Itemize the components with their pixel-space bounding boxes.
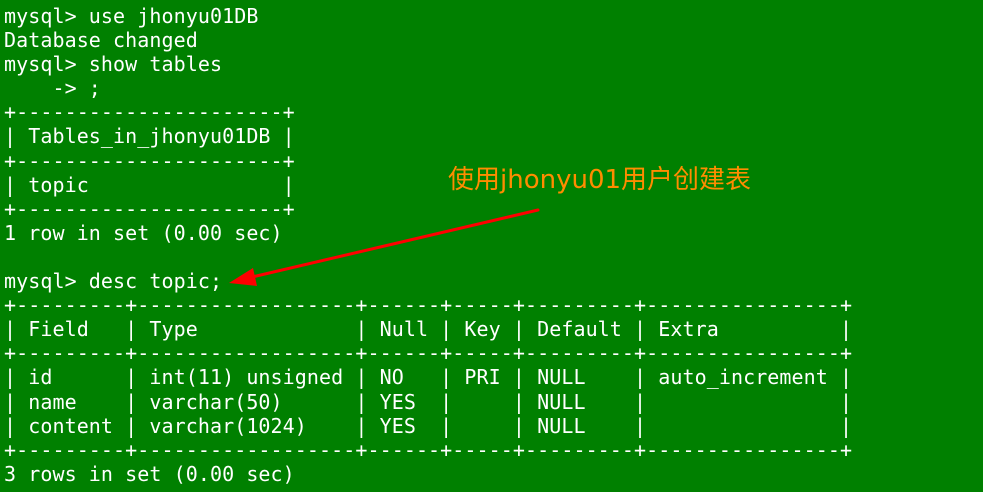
desc-result-summary: 3 rows in set (0.00 sec) xyxy=(4,461,295,486)
terminal-output: mysql> use jhonyu01DB Database changed m… xyxy=(4,4,852,486)
terminal-line-continuation: -> ; xyxy=(4,76,101,101)
desc-row-content: | content | varchar(1024) | YES | | NULL… xyxy=(4,413,853,438)
desc-border-mid: +---------+------------------+------+---… xyxy=(4,341,853,366)
desc-border-bottom: +---------+------------------+------+---… xyxy=(4,437,853,462)
desc-header-row: | Field | Type | Null | Key | Default | … xyxy=(4,317,853,342)
terminal-line-command-desc: mysql> desc topic; xyxy=(4,269,223,294)
tables-border-top: +----------------------+ xyxy=(4,100,295,125)
tables-header-row: | Tables_in_jhonyu01DB | xyxy=(4,124,295,149)
terminal-window[interactable]: mysql> use jhonyu01DB Database changed m… xyxy=(0,0,983,492)
terminal-line-command-show-tables: mysql> show tables xyxy=(4,52,223,77)
desc-row-id: | id | int(11) unsigned | NO | PRI | NUL… xyxy=(4,365,853,390)
tables-border-bottom: +----------------------+ xyxy=(4,196,295,221)
desc-row-name: | name | varchar(50) | YES | | NULL | | xyxy=(4,389,853,414)
terminal-line-database-changed: Database changed xyxy=(4,28,198,53)
terminal-line-command-use: mysql> use jhonyu01DB xyxy=(4,4,259,28)
tables-result-summary: 1 row in set (0.00 sec) xyxy=(4,220,283,245)
desc-border-top: +---------+------------------+------+---… xyxy=(4,293,853,318)
annotation-label: 使用jhonyu01用户创建表 xyxy=(448,165,752,195)
